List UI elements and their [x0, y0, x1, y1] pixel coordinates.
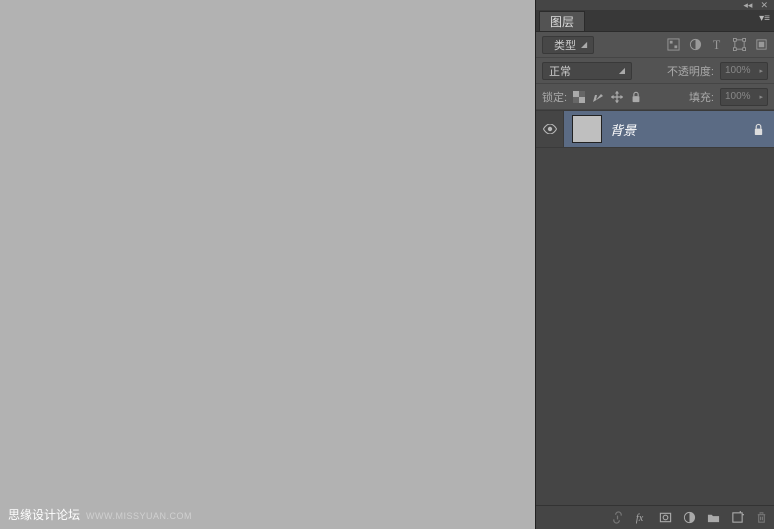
eye-icon [543, 124, 557, 134]
filter-smart-icon[interactable] [755, 38, 768, 51]
watermark-url: WWW.MISSYUAN.COM [86, 511, 192, 521]
layer-thumbnail[interactable] [572, 115, 602, 143]
layer-list: 背景 [536, 110, 774, 505]
collapse-icon[interactable]: ◂◂ [743, 0, 752, 11]
filter-text-icon[interactable]: T [711, 38, 724, 51]
filter-type-label: 类型 [554, 37, 576, 53]
lock-pixels-icon[interactable] [592, 91, 604, 103]
chevron-right-icon: ▸ [759, 67, 763, 75]
filter-icons: T [667, 38, 768, 51]
filter-type-dropdown[interactable]: 类型 ◢ [542, 36, 594, 54]
visibility-toggle[interactable] [536, 111, 564, 147]
chevron-down-icon: ◢ [581, 40, 587, 49]
panel-tab-bar: 图层 ▾≡ [536, 10, 774, 32]
lock-all-icon[interactable] [630, 91, 642, 103]
opacity-input[interactable]: 100% ▸ [720, 62, 768, 80]
filter-adjustment-icon[interactable] [689, 38, 702, 51]
opacity-label: 不透明度: [667, 63, 714, 79]
new-layer-icon[interactable] [731, 511, 744, 524]
watermark: 思缘设计论坛 WWW.MISSYUAN.COM [8, 506, 192, 523]
layer-name[interactable]: 背景 [610, 120, 753, 139]
filter-pixel-icon[interactable] [667, 38, 680, 51]
tab-layers[interactable]: 图层 [539, 11, 585, 31]
chevron-down-icon: ◢ [619, 66, 625, 75]
fill-input[interactable]: 100% ▸ [720, 88, 768, 106]
link-layers-icon [611, 511, 624, 524]
tab-label: 图层 [550, 13, 574, 30]
svg-text:fx: fx [636, 513, 644, 524]
layer-style-icon[interactable]: fx [635, 511, 648, 524]
lock-transparency-icon[interactable] [573, 91, 585, 103]
blend-mode-label: 正常 [549, 63, 571, 79]
chevron-right-icon: ▸ [759, 93, 763, 101]
panel-menu-icon[interactable]: ▾≡ [759, 14, 770, 24]
lock-fill-row: 锁定: 填充: 100% ▸ [536, 84, 774, 110]
blend-opacity-row: 正常 ◢ 不透明度: 100% ▸ [536, 58, 774, 84]
new-group-icon[interactable] [707, 511, 720, 524]
lock-position-icon[interactable] [611, 91, 623, 103]
lock-icons [573, 91, 642, 103]
close-icon[interactable]: ✕ [760, 0, 768, 11]
fill-value: 100% [725, 91, 751, 102]
panel-titlebar: ◂◂ ✕ [536, 0, 774, 10]
blend-mode-dropdown[interactable]: 正常 ◢ [542, 62, 632, 80]
panel-body: 类型 ◢ T 正常 ◢ 不透明度: 100% ▸ 锁 [536, 32, 774, 529]
lock-label: 锁定: [542, 89, 567, 105]
adjustment-layer-icon[interactable] [683, 511, 696, 524]
panel-footer: fx [536, 505, 774, 529]
layer-row[interactable]: 背景 [536, 110, 774, 148]
lock-icon [753, 123, 764, 136]
watermark-text: 思缘设计论坛 [8, 506, 80, 523]
opacity-value: 100% [725, 65, 751, 76]
fill-label: 填充: [689, 89, 714, 105]
filter-row: 类型 ◢ T [536, 32, 774, 58]
filter-shape-icon[interactable] [733, 38, 746, 51]
delete-layer-icon [755, 511, 768, 524]
canvas-area[interactable]: 思缘设计论坛 WWW.MISSYUAN.COM [0, 0, 535, 529]
layers-panel: ◂◂ ✕ 图层 ▾≡ 类型 ◢ T [535, 0, 774, 529]
svg-text:T: T [713, 38, 721, 51]
layer-mask-icon[interactable] [659, 511, 672, 524]
